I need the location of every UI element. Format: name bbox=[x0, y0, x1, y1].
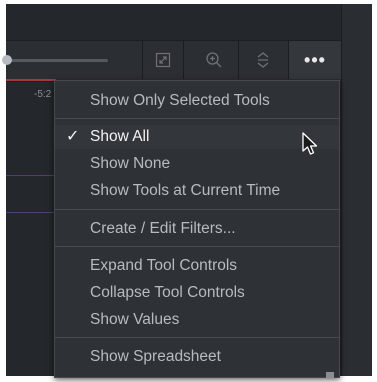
menu-item-show-all[interactable]: ✓ Show All bbox=[55, 125, 339, 149]
more-options-button[interactable]: ••• bbox=[289, 41, 341, 79]
menu-item-show-none[interactable]: Show None bbox=[55, 152, 339, 176]
timeline-time-label: -5:2 bbox=[34, 89, 52, 100]
toolbar-divider bbox=[238, 41, 239, 79]
mouse-pointer-icon bbox=[302, 132, 318, 161]
menu-item-show-spreadsheet[interactable]: Show Spreadsheet bbox=[55, 345, 339, 369]
keyframe-track-line bbox=[6, 175, 54, 176]
expand-collapse-button[interactable] bbox=[243, 41, 283, 79]
menu-item-create-edit-filters[interactable]: Create / Edit Filters... bbox=[55, 217, 339, 241]
toolbar-divider bbox=[183, 41, 184, 79]
checkmark-icon: ✓ bbox=[66, 128, 80, 145]
menu-item-show-values[interactable]: Show Values bbox=[55, 308, 339, 332]
resize-grip[interactable] bbox=[326, 372, 334, 378]
zoom-slider-track[interactable] bbox=[6, 59, 108, 62]
menu-item-show-only-selected-tools[interactable]: Show Only Selected Tools bbox=[55, 89, 339, 113]
keyframe-track-line bbox=[6, 212, 54, 213]
playhead-range-line bbox=[6, 79, 56, 81]
more-options-icon: ••• bbox=[304, 49, 326, 70]
menu-item-collapse-tool-controls[interactable]: Collapse Tool Controls bbox=[55, 281, 339, 305]
expand-collapse-icon bbox=[255, 51, 271, 69]
zoom-in-button[interactable] bbox=[194, 41, 234, 79]
menu-item-show-tools-at-current-time[interactable]: Show Tools at Current Time bbox=[55, 179, 339, 203]
options-dropdown-menu: Show Only Selected Tools ✓ Show All Show… bbox=[54, 80, 340, 378]
menu-item-expand-tool-controls[interactable]: Expand Tool Controls bbox=[55, 254, 339, 278]
menu-separator bbox=[55, 337, 339, 338]
side-panel bbox=[341, 4, 372, 376]
fit-view-icon bbox=[155, 52, 171, 68]
menu-separator bbox=[55, 209, 339, 210]
zoom-slider-thumb[interactable] bbox=[2, 55, 12, 65]
menu-separator bbox=[55, 246, 339, 247]
screenshot-frame: ••• -5:2 Show Only Selected Tools ✓ Show… bbox=[0, 0, 377, 382]
zoom-in-icon bbox=[205, 51, 223, 69]
fit-view-button[interactable] bbox=[143, 41, 183, 79]
menu-separator bbox=[55, 118, 339, 119]
